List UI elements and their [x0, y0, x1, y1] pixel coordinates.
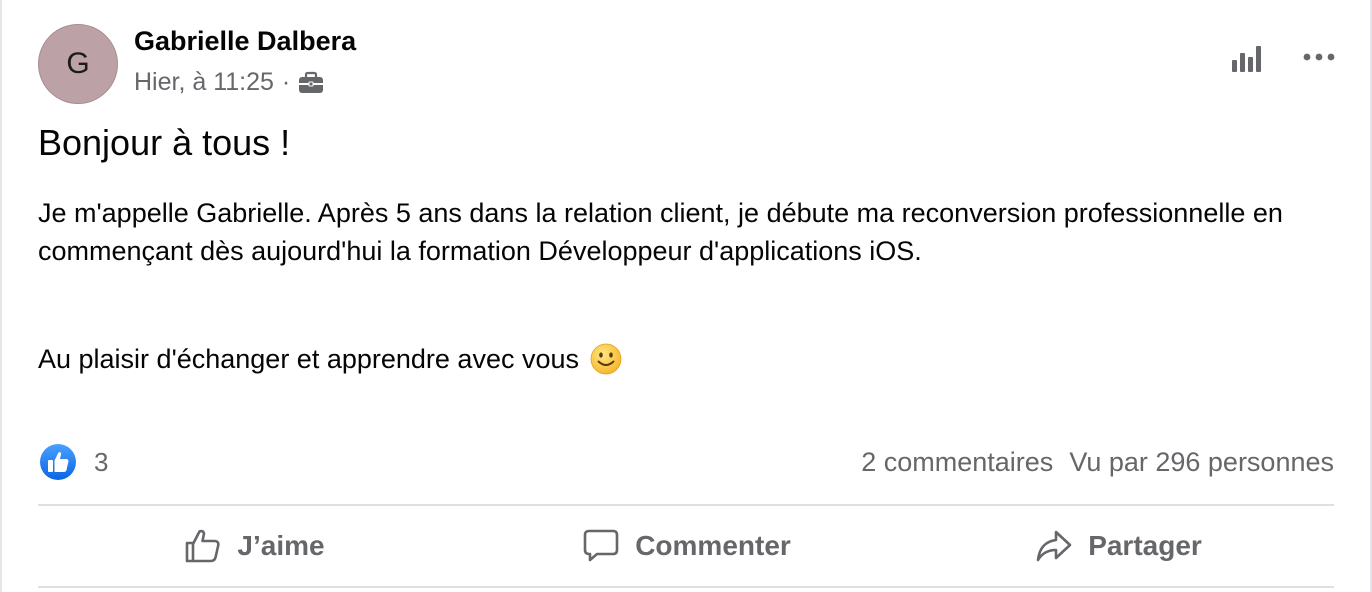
- post-body: Je m'appelle Gabrielle. Après 5 ans dans…: [38, 194, 1338, 270]
- engagement-summary: 2 commentaires Vu par 296 personnes: [861, 447, 1334, 478]
- comment-button[interactable]: Commenter: [470, 506, 902, 586]
- share-button[interactable]: Partager: [902, 506, 1334, 586]
- actions-row: J’aime Commenter Partager: [38, 506, 1334, 586]
- briefcase-icon: [299, 71, 324, 93]
- meta-separator: ·: [281, 68, 291, 96]
- share-icon: [1036, 530, 1072, 562]
- views-count: Vu par 296 personnes: [1069, 446, 1334, 477]
- comments-count[interactable]: 2 commentaires: [861, 447, 1053, 478]
- smile-icon: [590, 343, 622, 375]
- post-meta: Hier, à 11:25 ·: [134, 68, 324, 97]
- like-count: 3: [94, 446, 109, 477]
- divider-bottom: [38, 586, 1334, 588]
- more-icon[interactable]: [1302, 40, 1336, 74]
- comment-button-label: Commenter: [635, 530, 791, 561]
- author-name[interactable]: Gabrielle Dalbera: [134, 26, 356, 57]
- header-actions: [1230, 40, 1336, 74]
- stats-icon[interactable]: [1230, 40, 1264, 74]
- like-button-label: J’aime: [237, 530, 325, 561]
- post-paragraph: Je m'appelle Gabrielle. Après 5 ans dans…: [38, 198, 1283, 266]
- like-button[interactable]: J’aime: [38, 506, 470, 586]
- share-button-label: Partager: [1088, 530, 1202, 561]
- post-card: G Gabrielle Dalbera Hier, à 11:25 · Bonj…: [0, 0, 1372, 592]
- card-border-left: [0, 0, 2, 592]
- like-badge-icon: [40, 444, 76, 480]
- like-summary[interactable]: 3: [38, 442, 108, 482]
- thumbs-up-icon: [186, 529, 221, 563]
- post-closing: Au plaisir d'échanger et apprendre avec …: [38, 340, 623, 378]
- reactions-row: 3 2 commentaires Vu par 296 personnes: [38, 440, 1334, 484]
- post-title: Bonjour à tous !: [38, 122, 291, 163]
- post-timestamp[interactable]: Hier, à 11:25: [134, 68, 274, 97]
- avatar[interactable]: G: [38, 24, 118, 104]
- post-closing-text: Au plaisir d'échanger et apprendre avec …: [38, 344, 579, 374]
- comment-icon: [583, 529, 619, 562]
- avatar-initial: G: [66, 47, 90, 80]
